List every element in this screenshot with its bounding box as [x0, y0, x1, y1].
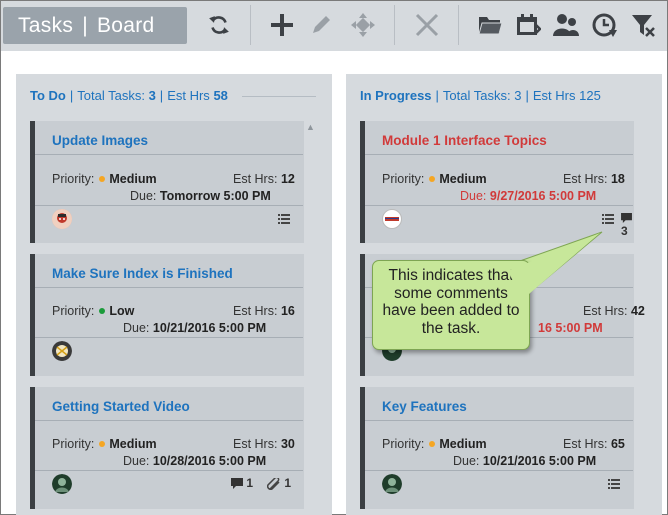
callout-pointer-join: [508, 233, 600, 300]
